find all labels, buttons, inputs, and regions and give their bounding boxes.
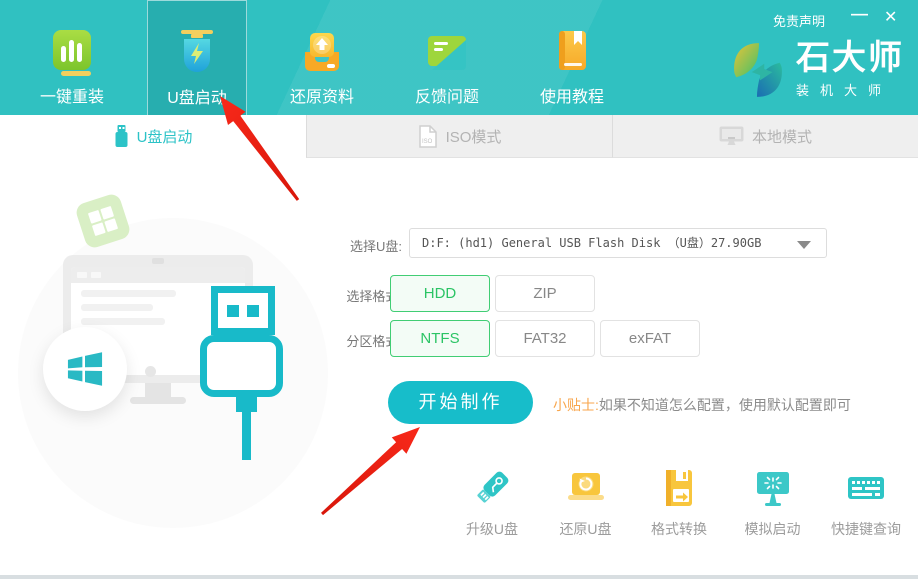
minimize-button[interactable]: — [851, 4, 868, 24]
usb-plug-connector [211, 286, 275, 335]
tab-label: 本地模式 [752, 126, 812, 147]
mode-tabs: U盘启动 ISO ISO模式 本地模式 [0, 115, 918, 158]
start-make-button[interactable]: 开始制作 [388, 381, 533, 424]
tools-row: 升级U盘 还原U盘 [448, 466, 910, 539]
nav-item-feedback[interactable]: 反馈问题 [397, 0, 497, 115]
close-button[interactable]: ✕ [884, 7, 897, 27]
tip-label: 小贴士: [553, 397, 599, 413]
nav-label: 反馈问题 [415, 83, 479, 107]
tool-simulate-boot[interactable]: 模拟启动 [729, 466, 817, 539]
brand-text: 石大师 装机大师 [796, 40, 904, 99]
tab-label: U盘启动 [137, 126, 193, 147]
usb-plug-neck [236, 396, 257, 412]
nav-item-usb-boot[interactable]: U盘启动 [147, 0, 247, 115]
brand-tagline: 装机大师 [796, 80, 904, 99]
app-window: 一键重装 U盘启动 [0, 0, 918, 579]
tool-format-convert[interactable]: 格式转换 [635, 466, 723, 539]
nav-label: 使用教程 [540, 83, 604, 107]
nav-item-tutorial[interactable]: 使用教程 [522, 0, 622, 115]
nav-item-reinstall[interactable]: 一键重装 [22, 0, 122, 115]
nav-label: 还原资料 [290, 83, 354, 107]
restore-box-icon [299, 28, 345, 76]
tool-label: 升级U盘 [466, 519, 518, 539]
tab-usb-boot[interactable]: U盘启动 [0, 115, 306, 158]
usb-select-label: 选择U盘: [330, 236, 402, 255]
tool-label: 还原U盘 [559, 519, 611, 539]
usb-drive-icon [114, 125, 129, 148]
brand: 石大师 装机大师 [730, 40, 904, 99]
header: 一键重装 U盘启动 [0, 0, 918, 115]
format-convert-icon [657, 466, 701, 510]
tool-hotkey-lookup[interactable]: 快捷键查询 [822, 466, 910, 539]
tool-upgrade-usb[interactable]: 升级U盘 [448, 466, 536, 539]
svg-text:ISO: ISO [422, 139, 433, 145]
restore-usb-icon [564, 466, 608, 510]
simulate-boot-icon [751, 466, 795, 510]
tool-label: 格式转换 [651, 519, 707, 539]
nav-label: U盘启动 [167, 84, 227, 108]
brand-logo-icon [730, 41, 786, 99]
monitor-stand [145, 383, 171, 398]
usb-select-dropdown[interactable]: D:F: (hd1) General USB Flash Disk （U盘）27… [409, 228, 827, 258]
tool-label: 快捷键查询 [831, 519, 901, 539]
partition-option-ntfs[interactable]: NTFS [390, 320, 490, 357]
monitor-base [130, 397, 186, 404]
monitor-icon [719, 126, 744, 147]
tip-body: 如果不知道怎么配置，使用默认配置即可 [599, 397, 851, 413]
partition-option-exfat[interactable]: exFAT [600, 320, 700, 357]
chevron-down-icon [797, 241, 811, 249]
usb-select-value: D:F: (hd1) General USB Flash Disk （U盘）27… [410, 229, 826, 257]
mail-icon [424, 28, 470, 76]
format-option-zip[interactable]: ZIP [495, 275, 595, 312]
partition-option-fat32[interactable]: FAT32 [495, 320, 595, 357]
brand-name: 石大师 [796, 40, 904, 76]
format-option-hdd[interactable]: HDD [390, 275, 490, 312]
monitor-notch [152, 258, 164, 264]
tool-label: 模拟启动 [745, 519, 801, 539]
tab-iso-mode[interactable]: ISO ISO模式 [306, 115, 612, 158]
iso-file-icon: ISO [418, 125, 438, 148]
tab-label: ISO模式 [446, 126, 502, 147]
tip-text: 小贴士:如果不知道怎么配置，使用默认配置即可 [553, 395, 851, 415]
main-content: 选择U盘: D:F: (hd1) General USB Flash Disk … [0, 158, 918, 579]
nav-item-restore-data[interactable]: 还原资料 [272, 0, 372, 115]
usb-plug-body [200, 335, 283, 397]
monitor-dot [145, 366, 156, 377]
keyboard-icon [844, 466, 888, 510]
upgrade-usb-icon [470, 466, 514, 510]
windows-logo-badge [43, 327, 127, 411]
disclaimer-link[interactable]: 免责声明 [773, 11, 825, 30]
usb-shield-icon [174, 29, 220, 77]
main-nav: 一键重装 U盘启动 [22, 0, 647, 115]
nav-label: 一键重装 [40, 83, 104, 107]
tool-restore-usb[interactable]: 还原U盘 [542, 466, 630, 539]
tab-local-mode[interactable]: 本地模式 [612, 115, 918, 158]
usb-plug-cable [242, 412, 251, 460]
book-icon [549, 28, 595, 76]
chart-icon [49, 28, 95, 76]
